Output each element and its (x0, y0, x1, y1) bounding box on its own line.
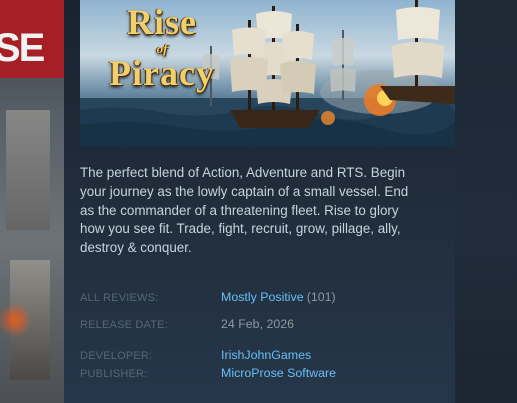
publisher-row: PUBLISHER: MicroProse Software (80, 366, 455, 380)
reviews-label: ALL REVIEWS: (80, 292, 159, 304)
brand-banner: SE (0, 0, 64, 78)
background-art-left: SE (0, 0, 64, 403)
review-count: (101) (306, 290, 336, 304)
developer-label: DEVELOPER: (80, 350, 153, 362)
logo-word-piracy: Piracy (109, 53, 215, 93)
brand-fragment: SE (0, 26, 45, 70)
release-date-row: RELEASE DATE: 24 Feb, 2026 (80, 317, 455, 331)
game-header-capsule[interactable]: Rise of Piracy (80, 0, 455, 147)
logo-word-rise: Rise (127, 2, 197, 42)
publisher-link[interactable]: MicroProse Software (221, 366, 336, 380)
background-art-right (455, 0, 517, 403)
game-description: The perfect blend of Action, Adventure a… (80, 165, 409, 256)
publisher-label: PUBLISHER: (80, 368, 148, 380)
ship-silhouette (6, 110, 50, 230)
cannon-fire (0, 300, 30, 340)
game-logo: Rise of Piracy (102, 4, 222, 91)
developer-link[interactable]: IrishJohnGames (221, 348, 311, 362)
release-date-label: RELEASE DATE: (80, 319, 168, 331)
review-summary-link[interactable]: Mostly Positive (221, 290, 304, 304)
release-date-value: 24 Feb, 2026 (221, 317, 295, 331)
developer-row: DEVELOPER: IrishJohnGames (80, 348, 455, 362)
reviews-row: ALL REVIEWS: Mostly Positive (101) (80, 290, 455, 304)
